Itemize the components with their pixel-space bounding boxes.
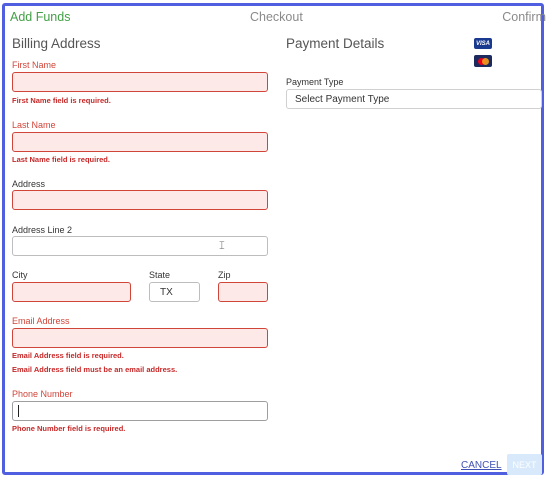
state-input[interactable]: TX [149, 282, 200, 302]
first-name-input[interactable] [12, 72, 268, 92]
address-input[interactable] [12, 190, 268, 210]
phone-error: Phone Number field is required. [12, 424, 126, 433]
address-label: Address [12, 179, 46, 189]
first-name-error: First Name field is required. [12, 96, 111, 105]
email-label: Email Address [12, 316, 70, 326]
phone-input[interactable] [12, 401, 268, 421]
payment-type-label: Payment Type [286, 77, 344, 87]
input-caret [18, 405, 19, 417]
billing-address-title: Billing Address [12, 36, 101, 51]
address-line2-input[interactable] [12, 236, 268, 256]
mastercard-icon [474, 55, 492, 67]
last-name-label: Last Name [12, 120, 56, 130]
payment-type-select[interactable]: Select Payment Type [286, 89, 542, 109]
step-add-funds[interactable]: Add Funds [10, 10, 70, 24]
zip-input[interactable] [218, 282, 268, 302]
visa-card-icon: VISA [474, 38, 492, 49]
city-label: City [12, 270, 28, 280]
email-required-error: Email Address field is required. [12, 351, 124, 360]
zip-label: Zip [218, 270, 231, 280]
step-checkout[interactable]: Checkout [250, 10, 303, 24]
last-name-input[interactable] [12, 132, 268, 152]
email-input[interactable] [12, 328, 268, 348]
payment-details-title: Payment Details [286, 36, 385, 51]
cancel-button[interactable]: CANCEL [461, 460, 502, 471]
city-input[interactable] [12, 282, 131, 302]
email-format-error: Email Address field must be an email add… [12, 365, 178, 374]
step-confirm[interactable]: Confirm [502, 10, 546, 24]
next-button[interactable]: NEXT [507, 454, 542, 475]
text-cursor-icon: 𝙸 [218, 240, 226, 252]
phone-label: Phone Number [12, 389, 73, 399]
first-name-label: First Name [12, 60, 57, 70]
last-name-error: Last Name field is required. [12, 155, 110, 164]
address-line2-label: Address Line 2 [12, 225, 73, 235]
state-label: State [149, 270, 171, 280]
